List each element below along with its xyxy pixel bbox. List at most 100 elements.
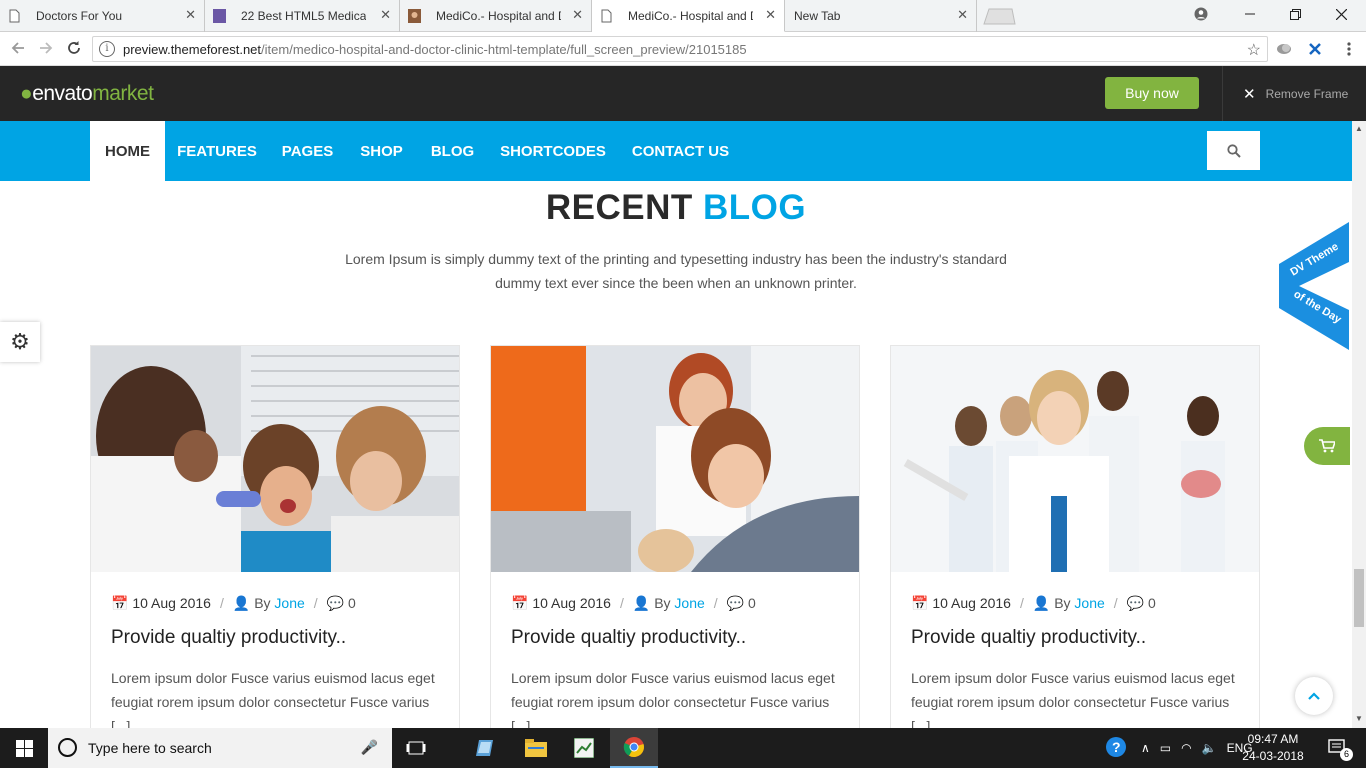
remove-frame-label: Remove Frame: [1265, 86, 1349, 101]
logo-market: market: [92, 82, 154, 105]
post-title[interactable]: Provide qualtiy productivity..: [911, 627, 1146, 649]
user-icon: 👤: [232, 595, 251, 611]
forward-arrow-icon[interactable]: [36, 38, 56, 58]
scrollbar-thumb[interactable]: [1354, 569, 1364, 627]
calendar-icon: 📅: [911, 595, 929, 611]
nav-pages[interactable]: PAGES: [269, 121, 346, 181]
meta-separator: /: [1019, 595, 1024, 611]
blog-image[interactable]: [491, 346, 859, 572]
close-icon[interactable]: ✕: [380, 8, 391, 22]
chrome-taskbar-icon[interactable]: [610, 728, 658, 768]
scroll-down-arrow-icon[interactable]: ▼: [1352, 714, 1366, 726]
windows-logo-icon: [15, 739, 33, 757]
extension-icon[interactable]: [1275, 40, 1293, 58]
comment-count[interactable]: 0: [748, 595, 756, 611]
bookmark-star-icon[interactable]: ☆: [1247, 40, 1261, 60]
meta-separator: /: [219, 595, 224, 611]
post-author-link[interactable]: Jone: [1074, 595, 1104, 611]
close-icon[interactable]: ✕: [185, 8, 196, 22]
chevron-up-icon: [1308, 692, 1320, 700]
spreadsheet-app-icon[interactable]: [560, 728, 608, 768]
user-icon: 👤: [1032, 595, 1051, 611]
close-icon[interactable]: ✕: [765, 8, 776, 22]
url-path: /item/medico-hospital-and-doctor-clinic-…: [261, 41, 747, 57]
post-title[interactable]: Provide qualtiy productivity..: [111, 627, 346, 649]
close-window-icon[interactable]: [1318, 0, 1364, 28]
back-to-top-button[interactable]: [1295, 677, 1333, 715]
new-tab-button[interactable]: [980, 7, 1016, 25]
post-title[interactable]: Provide qualtiy productivity..: [511, 627, 746, 649]
post-meta: 📅 10 Aug 2016 / 👤 By Jone / 💬 0: [911, 595, 1156, 612]
blog-image[interactable]: [891, 346, 1259, 572]
post-date: 10 Aug 2016: [532, 595, 611, 611]
battery-icon[interactable]: ▭: [1160, 741, 1171, 755]
action-center-button[interactable]: 6: [1318, 728, 1358, 768]
logo-word: envato: [32, 82, 93, 105]
search-button[interactable]: [1207, 131, 1260, 170]
wifi-icon[interactable]: ◠: [1181, 741, 1191, 755]
browser-tab[interactable]: Doctors For You ✕: [0, 0, 205, 32]
comment-count[interactable]: 0: [1148, 595, 1156, 611]
section-title: RECENT BLOG: [0, 188, 1352, 228]
comment-icon: 💬: [726, 595, 745, 611]
minimize-icon[interactable]: [1227, 0, 1273, 28]
close-icon[interactable]: ✕: [957, 8, 968, 22]
restore-icon[interactable]: [1272, 0, 1318, 28]
theme-of-the-day-ribbon[interactable]: DV Theme of the Day: [1279, 222, 1349, 350]
app-taskbar-icon[interactable]: [462, 728, 510, 768]
cortana-icon: [58, 738, 77, 757]
post-author-link[interactable]: Jone: [274, 595, 304, 611]
scroll-up-arrow-icon[interactable]: ▲: [1352, 124, 1366, 136]
meta-separator: /: [1113, 595, 1118, 611]
nav-home[interactable]: HOME: [90, 121, 165, 181]
browser-tab[interactable]: MediCo.- Hospital and D ✕: [400, 0, 592, 32]
section-intro: Lorem Ipsum is simply dummy text of the …: [345, 251, 1007, 291]
address-bar: i preview.themeforest.net/item/medico-ho…: [0, 32, 1366, 66]
nav-shop[interactable]: SHOP: [346, 121, 417, 181]
chevron-up-icon[interactable]: ∧: [1141, 741, 1150, 755]
post-author-link[interactable]: Jone: [674, 595, 704, 611]
taskbar-search-input[interactable]: Type here to search 🎤: [48, 728, 392, 768]
nav-features[interactable]: FEATURES: [165, 121, 269, 181]
blog-card: 📅 10 Aug 2016 / 👤 By Jone / 💬 0 Provide qual…: [890, 345, 1260, 745]
nav-blog[interactable]: BLOG: [417, 121, 488, 181]
browser-tab[interactable]: 22 Best HTML5 Medical W ✕: [205, 0, 400, 32]
url-field[interactable]: i preview.themeforest.net/item/medico-ho…: [92, 36, 1268, 62]
help-icon[interactable]: ?: [1105, 736, 1127, 761]
menu-icon[interactable]: [1340, 40, 1358, 58]
cart-icon: [1319, 439, 1335, 453]
page-scrollbar[interactable]: [1352, 121, 1366, 728]
browser-tab[interactable]: New Tab ✕: [785, 0, 977, 32]
meta-separator: /: [619, 595, 624, 611]
post-meta: 📅 10 Aug 2016 / 👤 By Jone / 💬 0: [111, 595, 356, 612]
cart-button[interactable]: [1304, 427, 1350, 465]
close-icon[interactable]: ✕: [572, 8, 583, 22]
thumbnail-icon: [408, 9, 421, 23]
buy-now-button[interactable]: Buy now: [1105, 77, 1199, 109]
remove-frame-button[interactable]: ✕ Remove Frame: [1222, 66, 1366, 121]
settings-gear-button[interactable]: ⚙: [0, 322, 40, 362]
blog-card: 📅 10 Aug 2016 / 👤 By Jone / 💬 0 Provide qual…: [490, 345, 860, 745]
reload-icon[interactable]: [64, 38, 84, 58]
nav-shortcodes[interactable]: SHORTCODES: [488, 121, 618, 181]
nav-contact-us[interactable]: CONTACT US: [618, 121, 743, 181]
profile-icon[interactable]: [1178, 0, 1224, 28]
tab-title: 22 Best HTML5 Medical W: [241, 9, 366, 23]
comment-count[interactable]: 0: [348, 595, 356, 611]
back-arrow-icon[interactable]: [8, 38, 28, 58]
section-title-dark: RECENT: [545, 188, 693, 227]
browser-tab-active[interactable]: MediCo.- Hospital and D ✕: [592, 0, 785, 32]
extension-icon[interactable]: [1306, 40, 1324, 58]
file-explorer-icon[interactable]: [512, 728, 560, 768]
windows-start-button[interactable]: [0, 728, 48, 768]
system-clock[interactable]: 09:47 AM 24-03-2018: [1242, 731, 1304, 765]
post-by: By: [654, 595, 671, 611]
info-icon[interactable]: i: [99, 41, 115, 57]
close-icon: ✕: [1243, 85, 1256, 103]
user-icon: 👤: [632, 595, 651, 611]
blog-image[interactable]: [91, 346, 459, 572]
envato-logo[interactable]: ●envatomarket: [20, 82, 154, 106]
task-view-icon[interactable]: [392, 728, 440, 768]
microphone-icon[interactable]: 🎤: [361, 739, 378, 756]
volume-icon[interactable]: 🔈: [1202, 741, 1217, 755]
